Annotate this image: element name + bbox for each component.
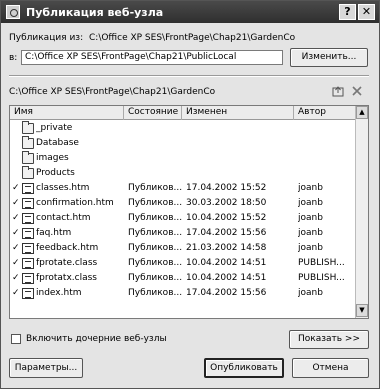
file-name: Products xyxy=(36,168,75,178)
file-icon xyxy=(22,288,34,299)
file-modified: 17.04.2002 15:56 xyxy=(186,228,267,238)
file-row[interactable]: ✓ index.htm Публиков... 17.04.2002 15:56 joa… xyxy=(10,286,356,301)
file-author: PUBLISH... xyxy=(298,273,345,283)
folder-icon xyxy=(22,166,34,179)
file-author: joanb xyxy=(298,198,323,208)
file-status: Публиков... xyxy=(128,258,183,268)
folder-row[interactable]: images xyxy=(10,151,356,166)
scroll-down-arrow[interactable]: ▼ xyxy=(356,304,368,317)
up-folder-icon[interactable] xyxy=(332,85,344,97)
file-row[interactable]: ✓ confirmation.htm Публиков... 30.03.2002 1… xyxy=(10,196,356,211)
file-status: Публиков... xyxy=(128,213,183,223)
file-modified: 17.04.2002 15:52 xyxy=(186,183,267,193)
file-status: Публиков... xyxy=(128,183,183,193)
separator xyxy=(9,75,369,77)
file-list[interactable]: Имя Состояние Изменен Автор _private Data… xyxy=(9,105,369,319)
file-author: joanb xyxy=(298,288,323,298)
publish-check-icon[interactable]: ✓ xyxy=(12,286,21,301)
file-author: joanb xyxy=(298,228,323,238)
file-modified: 10.04.2002 15:52 xyxy=(186,213,267,223)
folder-icon xyxy=(22,136,34,149)
publish-check-icon[interactable]: ✓ xyxy=(12,226,21,241)
folder-row[interactable]: Database xyxy=(10,136,356,151)
file-icon xyxy=(22,273,34,284)
file-status: Публиков... xyxy=(128,288,183,298)
show-button[interactable]: Показать >> xyxy=(289,330,369,349)
file-name: Database xyxy=(36,138,79,148)
file-name: confirmation.htm xyxy=(36,198,114,208)
column-header-status[interactable]: Состояние xyxy=(124,106,182,120)
file-icon xyxy=(22,198,34,209)
file-icon xyxy=(22,258,34,269)
file-name: fprotatx.class xyxy=(36,273,97,283)
current-path: C:\Office XP SES\FrontPage\Chap21\Garden… xyxy=(9,87,216,97)
file-modified: 17.04.2002 15:56 xyxy=(186,288,267,298)
options-button[interactable]: Параметры... xyxy=(9,358,83,378)
destination-field[interactable]: C:\Office XP SES\FrontPage\Chap21\Public… xyxy=(21,50,283,65)
include-subwebs-checkbox[interactable] xyxy=(11,334,21,344)
publish-check-icon[interactable]: ✓ xyxy=(12,271,21,286)
file-modified: 10.04.2002 14:51 xyxy=(186,258,267,268)
file-modified: 10.04.2002 14:51 xyxy=(186,273,267,283)
app-icon xyxy=(6,5,20,19)
list-header: Имя Состояние Изменен Автор xyxy=(10,106,356,120)
publish-check-icon[interactable]: ✓ xyxy=(12,181,21,196)
file-modified: 21.03.2002 14:58 xyxy=(186,243,267,253)
file-status: Публиков... xyxy=(128,198,183,208)
source-path: C:\Office XP SES\FrontPage\Chap21\Garden… xyxy=(89,33,296,43)
file-row[interactable]: ✓ faq.htm Публиков... 17.04.2002 15:56 joanb xyxy=(10,226,356,241)
publish-check-icon[interactable]: ✓ xyxy=(12,196,21,211)
file-modified: 30.03.2002 18:50 xyxy=(186,198,267,208)
file-name: _private xyxy=(36,123,73,133)
column-header-author[interactable]: Автор xyxy=(294,106,356,120)
column-header-modified[interactable]: Изменен xyxy=(182,106,294,120)
publish-check-icon[interactable]: ✓ xyxy=(12,256,21,271)
folder-row[interactable]: Products xyxy=(10,166,356,181)
file-icon xyxy=(22,243,34,254)
column-header-name[interactable]: Имя xyxy=(10,106,124,120)
file-row[interactable]: ✓ fprotate.class Публиков... 10.04.2002 14:… xyxy=(10,256,356,271)
file-name: images xyxy=(36,153,69,163)
file-name: fprotate.class xyxy=(36,258,98,268)
file-status: Публиков... xyxy=(128,273,183,283)
title-bar[interactable]: Публикация веб-узла ? ✕ xyxy=(1,1,379,23)
folder-icon xyxy=(22,121,34,134)
folder-icon xyxy=(22,151,34,164)
file-name: index.htm xyxy=(36,288,82,298)
publish-button[interactable]: Опубликовать xyxy=(204,358,284,378)
file-author: joanb xyxy=(298,243,323,253)
file-row[interactable]: ✓ classes.htm Публиков... 17.04.2002 15:52 j… xyxy=(10,181,356,196)
destination-label: в: xyxy=(9,53,18,63)
folder-row[interactable]: _private xyxy=(10,121,356,136)
window-title: Публикация веб-узла xyxy=(26,5,164,19)
file-author: PUBLISH... xyxy=(298,258,345,268)
change-button[interactable]: Изменить... xyxy=(290,48,368,67)
file-icon xyxy=(22,213,34,224)
vertical-scrollbar[interactable]: ▲ ▼ xyxy=(355,106,368,318)
cancel-button[interactable]: Отмена xyxy=(292,358,369,378)
file-author: joanb xyxy=(298,213,323,223)
delete-icon[interactable] xyxy=(351,85,363,97)
file-author: joanb xyxy=(298,183,323,193)
source-label: Публикация из: xyxy=(9,33,84,43)
scroll-up-arrow[interactable]: ▲ xyxy=(356,106,368,119)
publish-check-icon[interactable]: ✓ xyxy=(12,211,21,226)
file-name: faq.htm xyxy=(36,228,72,238)
file-row[interactable]: ✓ fprotatx.class Публиков... 10.04.2002 14:… xyxy=(10,271,356,286)
include-subwebs-label: Включить дочерние веб-узлы xyxy=(26,334,167,344)
file-status: Публиков... xyxy=(128,228,183,238)
file-name: contact.htm xyxy=(36,213,91,223)
file-name: feedback.htm xyxy=(36,243,99,253)
close-button[interactable]: ✕ xyxy=(358,4,375,20)
file-icon xyxy=(22,183,34,194)
file-row[interactable]: ✓ feedback.htm Публиков... 21.03.2002 14:58… xyxy=(10,241,356,256)
file-icon xyxy=(22,228,34,239)
publish-check-icon[interactable]: ✓ xyxy=(12,241,21,256)
file-name: classes.htm xyxy=(36,183,90,193)
file-status: Публиков... xyxy=(128,243,183,253)
help-button[interactable]: ? xyxy=(339,4,356,20)
publish-web-dialog: Публикация веб-узла ? ✕ Публикация из: C… xyxy=(0,0,380,389)
file-row[interactable]: ✓ contact.htm Публиков... 10.04.2002 15:52 j… xyxy=(10,211,356,226)
